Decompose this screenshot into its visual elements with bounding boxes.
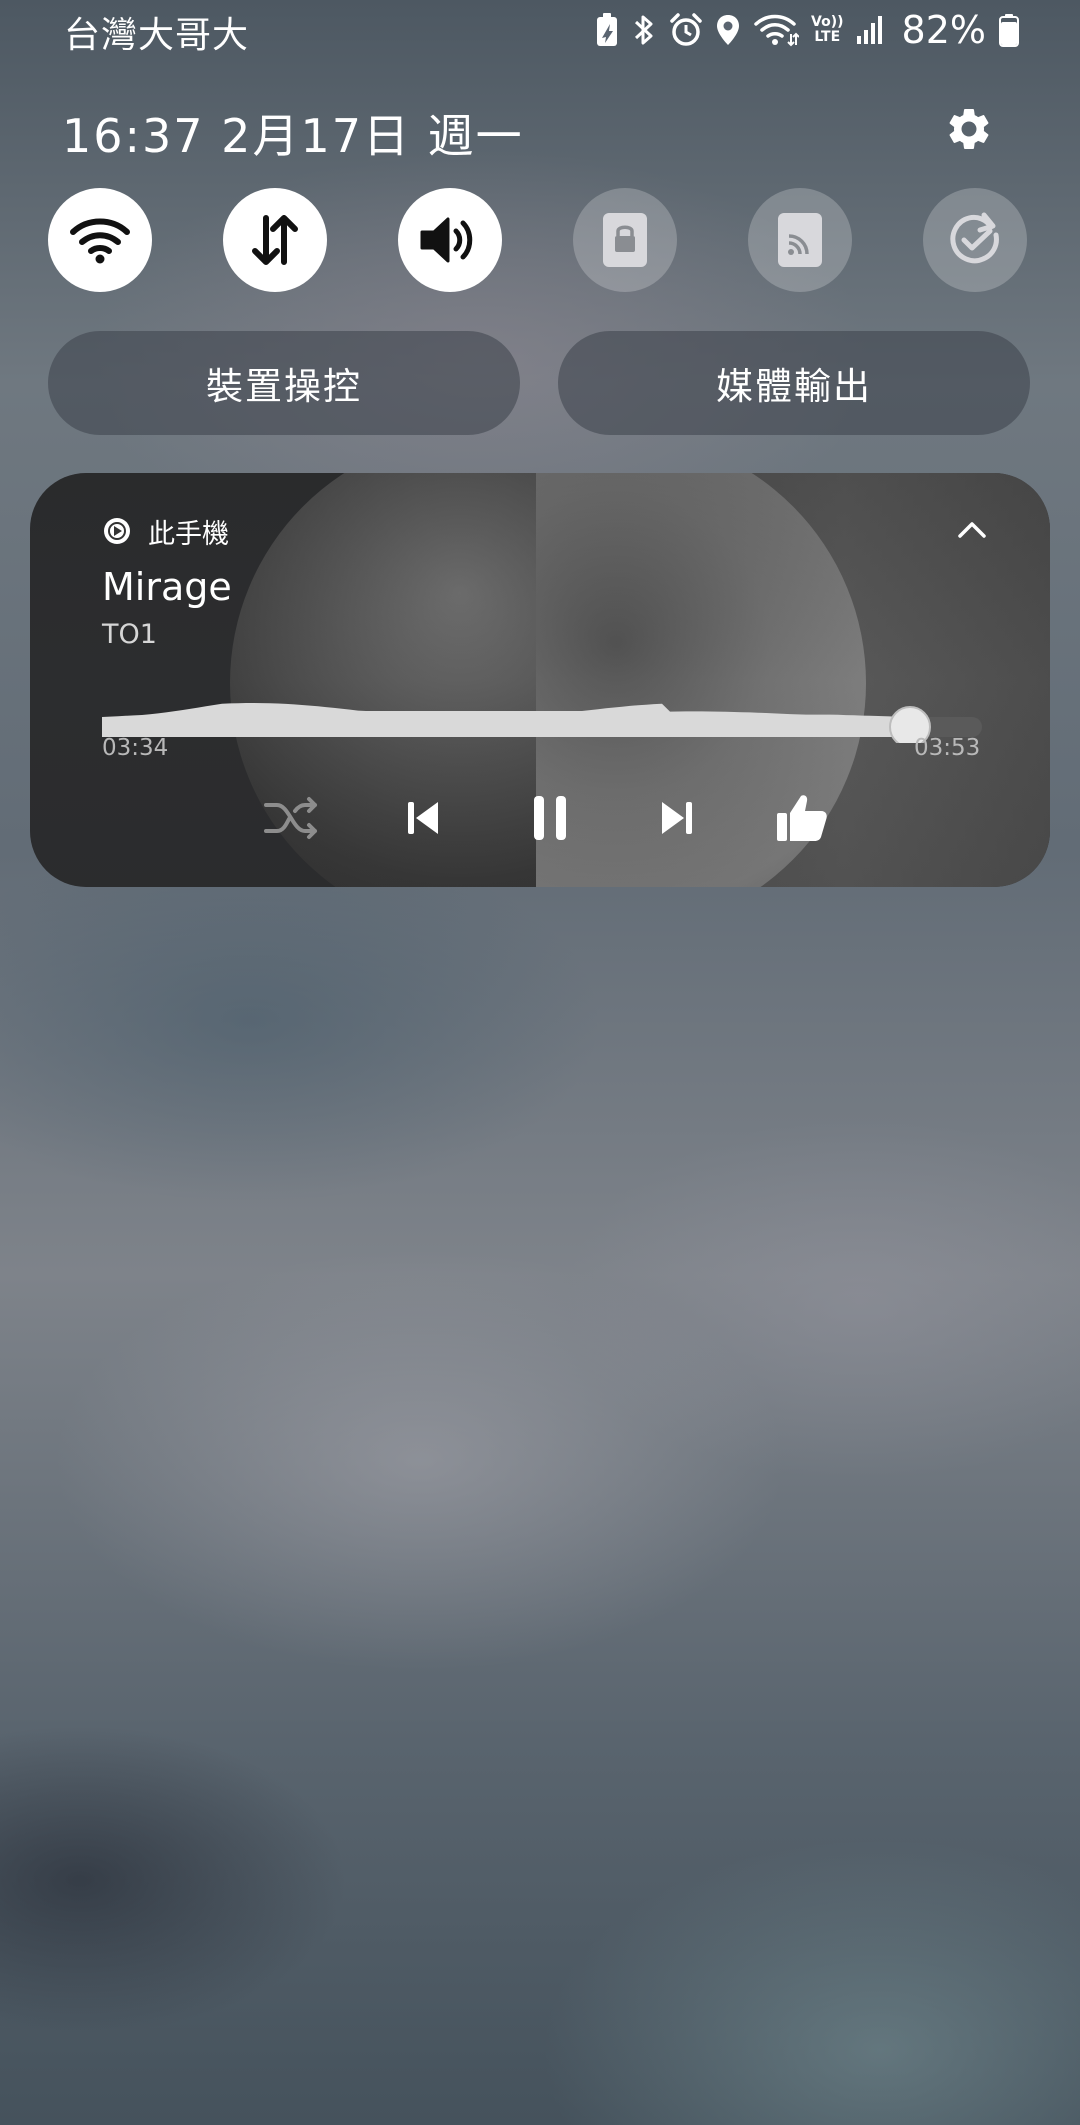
mobile-data-toggle[interactable] bbox=[223, 188, 327, 292]
media-output-button[interactable]: 媒體輸出 bbox=[558, 331, 1030, 435]
next-button[interactable] bbox=[641, 783, 711, 853]
track-title: Mirage bbox=[102, 565, 232, 609]
device-control-button[interactable]: 裝置操控 bbox=[48, 331, 520, 435]
status-icons: Vo)) LTE 82% bbox=[595, 8, 1020, 52]
playback-controls bbox=[30, 783, 1050, 863]
wifi-icon bbox=[70, 218, 130, 264]
previous-button[interactable] bbox=[389, 783, 459, 853]
screen-lock-toggle[interactable] bbox=[573, 188, 677, 292]
pause-button[interactable] bbox=[515, 783, 585, 853]
thumbs-up-icon bbox=[777, 795, 827, 841]
lte-label: LTE bbox=[814, 29, 841, 45]
playback-source[interactable]: 此手機 bbox=[102, 511, 229, 551]
collapse-button[interactable] bbox=[950, 509, 994, 553]
shuffle-button[interactable] bbox=[257, 783, 327, 853]
sync-toggle[interactable] bbox=[923, 188, 1027, 292]
alarm-icon bbox=[669, 12, 703, 48]
cast-icon bbox=[778, 213, 822, 267]
pause-icon bbox=[534, 796, 566, 840]
wifi-icon bbox=[753, 12, 800, 48]
chevron-up-icon bbox=[958, 522, 986, 538]
sound-toggle[interactable] bbox=[398, 188, 502, 292]
media-player-card[interactable]: 此手機 Mirage TO1 03:34 03:53 bbox=[30, 473, 1050, 887]
battery-icon bbox=[998, 12, 1020, 48]
volume-icon bbox=[420, 217, 473, 263]
bluetooth-icon bbox=[631, 12, 657, 48]
quick-settings-toggles bbox=[0, 188, 1080, 294]
like-button[interactable] bbox=[767, 783, 837, 853]
sync-check-icon bbox=[950, 212, 999, 264]
shuffle-icon bbox=[264, 797, 317, 839]
wifi-toggle[interactable] bbox=[48, 188, 152, 292]
battery-saver-icon bbox=[595, 12, 619, 48]
source-label: 此手機 bbox=[148, 518, 229, 550]
lock-icon bbox=[603, 213, 647, 267]
elapsed-time: 03:34 bbox=[102, 735, 169, 761]
music-app-icon bbox=[104, 518, 130, 544]
carrier-name: 台灣大哥大 bbox=[64, 15, 250, 56]
battery-percentage: 82% bbox=[901, 8, 986, 52]
cast-toggle[interactable] bbox=[748, 188, 852, 292]
gear-icon bbox=[949, 109, 989, 149]
status-bar: 台灣大哥大 Vo)) LTE 82% bbox=[0, 0, 1080, 60]
signal-icon bbox=[856, 12, 886, 48]
data-arrows-icon bbox=[252, 215, 298, 265]
date-time: 16:37 2月17日 週一 bbox=[62, 109, 524, 163]
track-artist: TO1 bbox=[102, 619, 157, 650]
settings-button[interactable] bbox=[944, 104, 994, 154]
location-icon bbox=[715, 12, 741, 48]
skip-previous-icon bbox=[408, 802, 438, 834]
total-duration: 03:53 bbox=[914, 735, 981, 761]
progress-slider[interactable] bbox=[102, 673, 982, 748]
volte-label: Vo)) bbox=[811, 14, 844, 30]
skip-next-icon bbox=[662, 802, 692, 834]
progress-fill bbox=[102, 703, 910, 737]
volte-icon: Vo)) LTE bbox=[811, 15, 843, 45]
